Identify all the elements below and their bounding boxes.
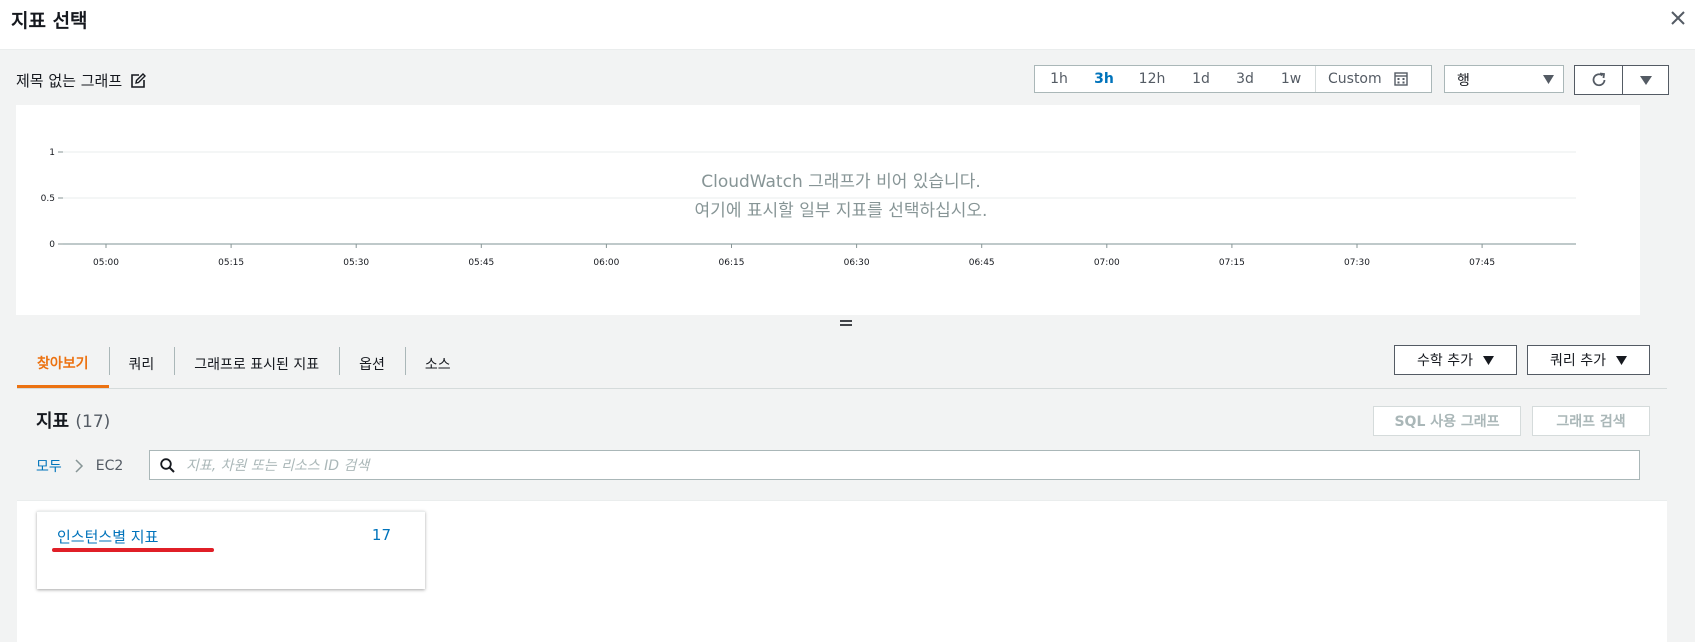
metric-search-input[interactable] — [184, 451, 1628, 481]
add-query-label: 쿼리 추가 — [1550, 353, 1606, 369]
tab-source[interactable]: 소스 — [404, 340, 471, 388]
breadcrumb-all[interactable]: 모두 — [36, 456, 62, 476]
modal-title: 지표 선택 — [11, 10, 88, 32]
time-range-custom[interactable]: Custom — [1315, 66, 1408, 92]
tab-query[interactable]: 쿼리 — [108, 340, 175, 388]
empty-graph-message: CloudWatch 그래프가 비어 있습니다. 여기에 표시할 일부 지표를 … — [16, 168, 1666, 226]
tab-graphed-metrics[interactable]: 그래프로 표시된 지표 — [174, 340, 339, 388]
x-tick-label: 05:45 — [468, 258, 494, 268]
time-range-12h[interactable]: 12h — [1125, 66, 1179, 92]
time-range-3d[interactable]: 3d — [1223, 66, 1267, 92]
search-icon — [160, 458, 175, 473]
caret-down-icon — [1615, 355, 1627, 365]
metric-card-label[interactable]: 인스턴스별 지표 — [57, 526, 158, 547]
empty-message-line1: CloudWatch 그래프가 비어 있습니다. — [701, 172, 981, 192]
sql-graph-button[interactable]: SQL 사용 그래프 — [1373, 406, 1521, 436]
refresh-icon — [1592, 72, 1605, 87]
metrics-title: 지표 — [36, 411, 70, 432]
metric-card-count: 17 — [371, 526, 391, 544]
time-range-3h[interactable]: 3h — [1083, 66, 1125, 92]
y-tick-label: 1 — [49, 148, 55, 158]
x-tick-label: 07:30 — [1344, 258, 1370, 268]
x-tick-label: 06:15 — [719, 258, 745, 268]
caret-down-icon — [1543, 75, 1554, 84]
x-tick-label: 06:30 — [844, 258, 870, 268]
refresh-button[interactable] — [1575, 66, 1623, 94]
chevron-right-icon — [75, 459, 83, 473]
graph-panel: 1 0.5 0 05:00 05:15 05:30 05:45 06:00 06:15 06:30… — [16, 105, 1640, 315]
tab-browse[interactable]: 찾아보기 — [17, 340, 109, 388]
breadcrumb: 모두 EC2 — [36, 456, 123, 476]
add-math-button[interactable]: 수학 추가 — [1394, 345, 1517, 375]
edit-icon[interactable] — [130, 72, 147, 89]
time-range-selector: 1h 3h 12h 1d 3d 1w Custom — [1034, 65, 1432, 93]
time-range-1d[interactable]: 1d — [1179, 66, 1223, 92]
tab-options[interactable]: 옵션 — [339, 340, 405, 388]
breadcrumb-ec2: EC2 — [95, 458, 124, 474]
time-range-1w[interactable]: 1w — [1267, 66, 1315, 92]
x-tick-label: 07:15 — [1219, 258, 1245, 268]
metric-search-box — [149, 450, 1640, 481]
refresh-button-group — [1574, 65, 1669, 95]
x-tick-label: 05:15 — [218, 258, 244, 268]
metrics-count: (17) — [75, 412, 111, 432]
graph-type-value: 행 — [1457, 73, 1470, 89]
modal-header: 지표 선택 — [0, 0, 1695, 50]
graph-title-area: 제목 없는 그래프 — [16, 70, 147, 91]
calendar-icon — [1393, 72, 1408, 86]
caret-down-icon — [1639, 75, 1652, 85]
add-query-button[interactable]: 쿼리 추가 — [1527, 345, 1650, 375]
y-tick-label: 0 — [49, 240, 55, 250]
time-range-1h[interactable]: 1h — [1035, 66, 1083, 92]
x-tick-label: 05:30 — [343, 258, 369, 268]
caret-down-icon — [1482, 355, 1494, 365]
close-icon[interactable] — [1667, 7, 1689, 29]
x-tick-label: 06:00 — [593, 258, 619, 268]
x-tick-label: 05:00 — [93, 258, 119, 268]
metric-card-per-instance[interactable]: 인스턴스별 지표 17 — [37, 511, 425, 589]
graph-type-select[interactable]: 행 — [1444, 65, 1564, 93]
x-tick-label: 06:45 — [969, 258, 995, 268]
empty-message-line2: 여기에 표시할 일부 지표를 선택하십시오. — [694, 201, 988, 221]
tabs-divider — [17, 388, 1667, 389]
metrics-heading: 지표 (17) — [36, 407, 110, 433]
x-tick-label: 07:45 — [1469, 258, 1495, 268]
x-tick-label: 07:00 — [1094, 258, 1120, 268]
refresh-options-button[interactable] — [1623, 66, 1668, 94]
add-math-label: 수학 추가 — [1417, 353, 1473, 369]
custom-label: Custom — [1328, 71, 1382, 87]
red-underline-annotation — [52, 548, 214, 552]
graph-title[interactable]: 제목 없는 그래프 — [16, 70, 122, 91]
drag-handle-icon[interactable] — [838, 317, 854, 329]
graph-search-button[interactable]: 그래프 검색 — [1532, 406, 1650, 436]
metrics-tabs: 찾아보기 쿼리 그래프로 표시된 지표 옵션 소스 — [17, 340, 471, 388]
